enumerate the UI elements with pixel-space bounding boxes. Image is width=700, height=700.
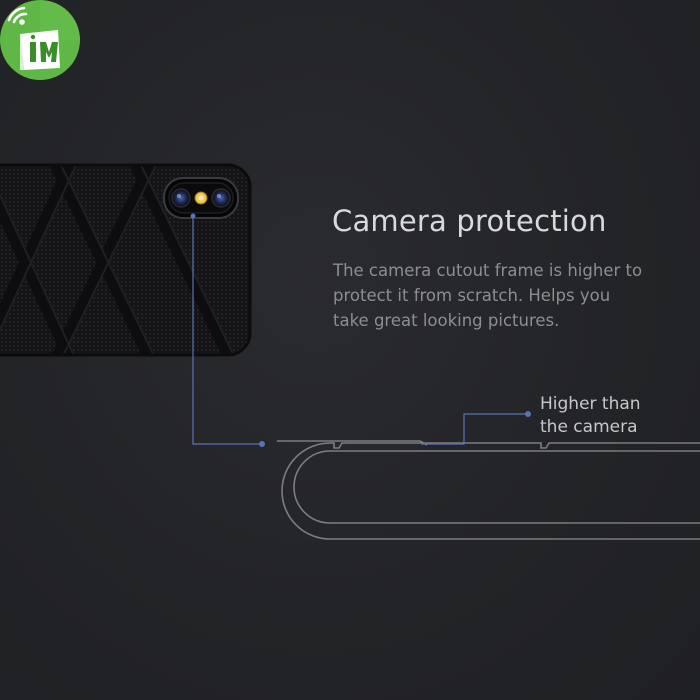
brand-logo-icon [0, 0, 80, 80]
description-line: protect it from scratch. Helps you [333, 286, 611, 305]
description-line: The camera cutout frame is higher to [333, 261, 643, 280]
camera-module [163, 177, 239, 219]
product-feature-banner: Camera protection The camera cutout fram… [0, 0, 700, 700]
feature-title: Camera protection [332, 204, 607, 238]
product-illustration [0, 163, 700, 540]
feature-description: The camera cutout frame is higher to pro… [333, 258, 642, 333]
camera-lens-left [171, 188, 191, 208]
description-line: take great looking pictures. [333, 311, 560, 330]
callout-leader-line [421, 413, 528, 445]
leader-dot-left [259, 441, 265, 447]
callout-label: Higher than the camera [540, 393, 641, 439]
callout-line: Higher than [540, 394, 641, 414]
camera-lens-right [211, 188, 231, 208]
leader-dot-right [525, 411, 531, 417]
case-cross-section [277, 440, 700, 540]
callout-line: the camera [540, 417, 638, 437]
